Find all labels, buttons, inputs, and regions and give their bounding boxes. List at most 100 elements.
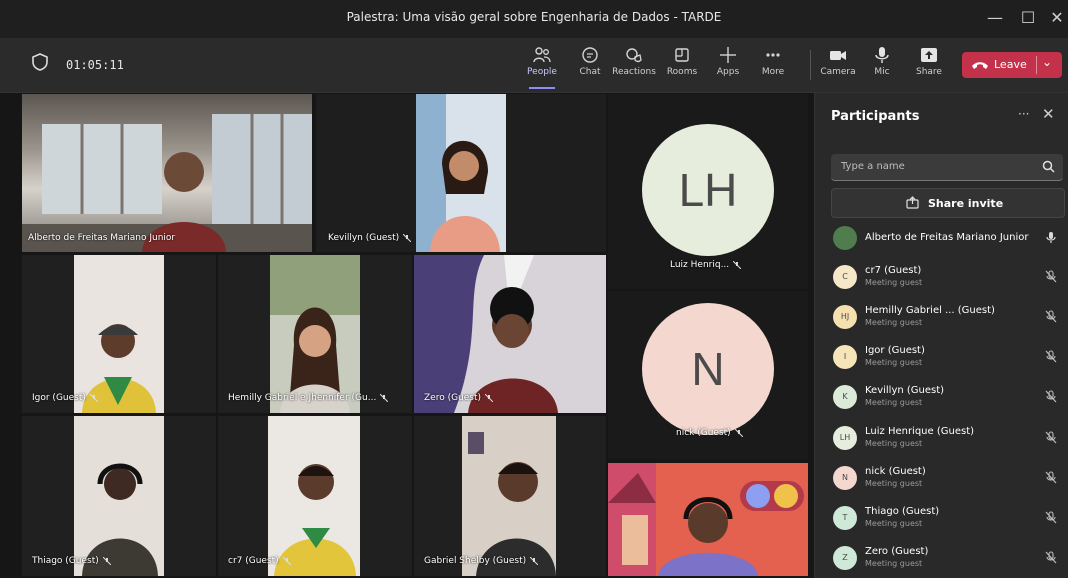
- self-view-tile[interactable]: [608, 463, 808, 576]
- mic-off-icon: [1045, 310, 1057, 323]
- video-feed: [462, 416, 556, 576]
- mic-off-icon: [1045, 390, 1057, 403]
- participant-avatar: T: [833, 506, 857, 530]
- participant-name: Zero (Guest): [865, 546, 929, 557]
- participant-search-input[interactable]: Type a name: [831, 154, 1063, 181]
- chat-label: Chat: [579, 67, 601, 77]
- meeting-toolbar: 01:05:11 People Chat Reactions Rooms App…: [0, 38, 1068, 93]
- window-title: Palestra: Uma visão geral sobre Engenhar…: [346, 10, 722, 24]
- apps-label: Apps: [716, 67, 740, 77]
- mic-off-icon: [733, 260, 742, 269]
- video-tile[interactable]: LH Luiz Henriq...: [608, 94, 808, 289]
- mic-off-icon: [1045, 431, 1057, 444]
- video-tile[interactable]: Kevillyn (Guest): [316, 94, 606, 252]
- video-tile[interactable]: Igor (Guest): [22, 255, 216, 413]
- participant-avatar: Z: [833, 546, 857, 570]
- chat-button[interactable]: Chat: [567, 46, 613, 86]
- close-window-button[interactable]: ✕: [1044, 6, 1068, 30]
- more-button[interactable]: More: [750, 46, 796, 86]
- participant-name-label: Zero (Guest): [424, 393, 494, 403]
- participant-row[interactable]: T Thiago (Guest) Meeting guest: [831, 500, 1067, 538]
- video-tile[interactable]: Zero (Guest): [414, 255, 606, 413]
- camera-label: Camera: [820, 67, 856, 77]
- reactions-button[interactable]: Reactions: [611, 46, 657, 86]
- mic-label: Mic: [874, 67, 890, 77]
- chevron-down-icon[interactable]: ⌄: [1042, 55, 1052, 69]
- people-button[interactable]: People: [519, 46, 565, 89]
- share-button[interactable]: Share: [906, 46, 952, 86]
- panel-more-button[interactable]: ···: [1018, 107, 1029, 121]
- share-invite-button[interactable]: Share invite: [831, 188, 1065, 218]
- participant-status: Meeting guest: [865, 479, 923, 488]
- mic-off-icon: [89, 393, 98, 402]
- participant-name-label: Hemilly Gabriel e Jhennifer (Gu...: [228, 393, 389, 403]
- participant-row[interactable]: Nnick (Guest) Meeting guest: [831, 460, 1067, 498]
- participant-name: nick (Guest): [865, 466, 926, 477]
- participant-name: Alberto de Freitas Mariano Junior: [865, 232, 1029, 243]
- video-feed: [414, 255, 606, 413]
- mic-button[interactable]: Mic: [859, 46, 905, 86]
- mic-off-icon: [530, 556, 539, 565]
- self-view-image: [608, 463, 808, 576]
- participant-name: Kevillyn (Guest): [865, 385, 945, 396]
- participant-name: Luiz Henrique (Guest): [865, 426, 975, 437]
- avatar-initials: LH: [678, 164, 738, 216]
- video-tile[interactable]: N nick (Guest): [608, 291, 808, 459]
- participant-row[interactable]: Ccr7 (Guest) Meeting guest: [831, 259, 1067, 297]
- reactions-icon: [626, 48, 642, 63]
- camera-button[interactable]: Camera: [815, 46, 861, 86]
- participant-avatar: N: [833, 466, 857, 490]
- mic-off-icon: [1045, 270, 1057, 283]
- room-background-image: [22, 114, 312, 252]
- participant-status: Meeting guest: [865, 318, 923, 327]
- participant-name-label: Thiago (Guest): [32, 556, 111, 566]
- participant-row[interactable]: Z Zero (Guest) Meeting guest: [831, 540, 1067, 578]
- video-stage: Alberto de Freitas Mariano Junior Kevill…: [0, 93, 814, 578]
- video-tile[interactable]: Thiago (Guest): [22, 416, 216, 576]
- mic-off-icon: [1045, 350, 1057, 363]
- mic-off-icon: [1045, 551, 1057, 564]
- video-feed: [270, 255, 360, 413]
- participant-row[interactable]: I Igor (Guest) Meeting guest: [831, 339, 1067, 377]
- mic-off-icon: [485, 393, 494, 402]
- participant-avatar: HJ: [833, 305, 857, 329]
- maximize-button[interactable]: ☐: [1015, 6, 1041, 30]
- mic-icon: [875, 47, 889, 63]
- participant-row[interactable]: HJ Hemilly Gabriel ... (Guest) Meeting gue…: [831, 299, 1067, 337]
- share-icon: [921, 48, 937, 62]
- participant-name: Hemilly Gabriel ... (Guest): [865, 305, 995, 316]
- leave-divider: [1036, 56, 1037, 74]
- video-tile[interactable]: Hemilly Gabriel e Jhennifer (Gu...: [218, 255, 412, 413]
- video-tile[interactable]: Alberto de Freitas Mariano Junior: [22, 94, 312, 252]
- avatar-initials: N: [691, 343, 725, 395]
- people-label: People: [527, 67, 557, 77]
- participant-name-label: Gabriel Shelby (Guest): [424, 556, 539, 566]
- participant-status: Meeting guest: [865, 439, 923, 448]
- participant-video-image: [82, 324, 156, 413]
- leave-button[interactable]: Leave ⌄: [962, 52, 1062, 78]
- video-tile[interactable]: Gabriel Shelby (Guest): [414, 416, 606, 576]
- title-bar: Palestra: Uma visão geral sobre Engenhar…: [0, 0, 1068, 39]
- rooms-icon: [675, 48, 689, 62]
- apps-button[interactable]: Apps: [705, 46, 751, 86]
- video-tile[interactable]: cr7 (Guest): [218, 416, 412, 576]
- rooms-button[interactable]: Rooms: [659, 46, 705, 86]
- participant-video-image: [274, 464, 356, 576]
- video-feed: [268, 416, 360, 576]
- panel-close-button[interactable]: ✕: [1042, 105, 1055, 123]
- mic-off-icon: [1045, 471, 1057, 484]
- participant-row[interactable]: K Kevillyn (Guest) Meeting guest: [831, 379, 1067, 417]
- participant-status: Meeting guest: [865, 278, 923, 287]
- participant-name: Igor (Guest): [865, 345, 925, 356]
- participants-panel: Participants ··· ✕ Type a name Share inv…: [814, 93, 1068, 578]
- participant-video-image: [468, 432, 556, 576]
- minimize-button[interactable]: —: [982, 6, 1008, 30]
- participant-avatar: K: [833, 385, 857, 409]
- video-feed: [74, 416, 164, 576]
- video-feed: [22, 94, 312, 252]
- people-icon: [533, 47, 551, 63]
- rooms-label: Rooms: [666, 67, 698, 77]
- participant-row[interactable]: Alberto de Freitas Mariano Junior: [831, 220, 1067, 258]
- participant-name: Thiago (Guest): [865, 506, 940, 517]
- participant-row[interactable]: LH Luiz Henrique (Guest) Meeting guest: [831, 420, 1067, 458]
